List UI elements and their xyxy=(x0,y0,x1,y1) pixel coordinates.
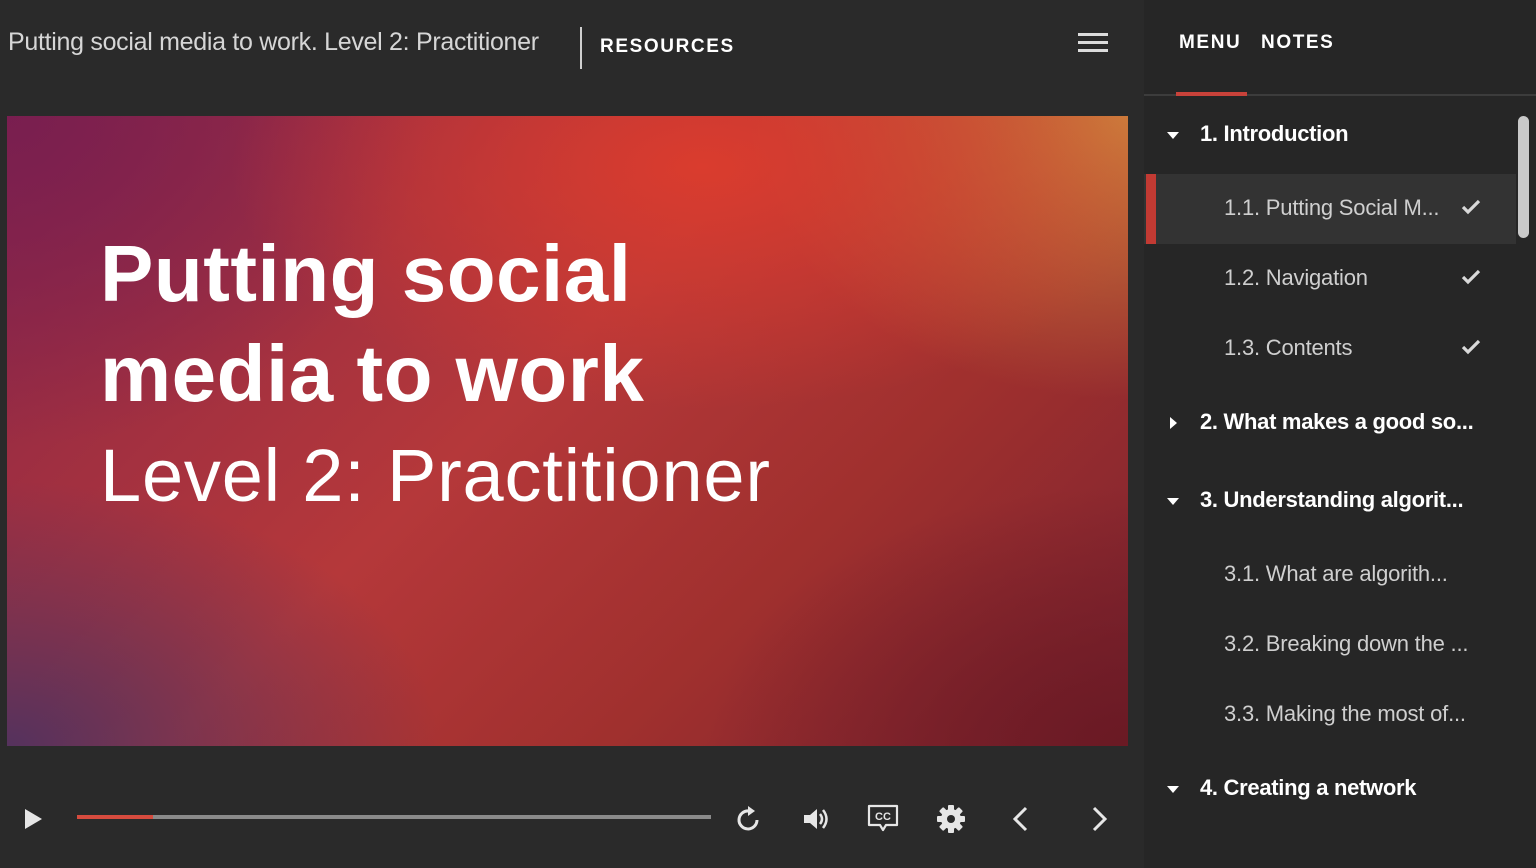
slide-title: Putting social media to work xyxy=(100,224,644,424)
course-player-app: Putting social media to work. Level 2: P… xyxy=(0,0,1536,868)
player-area: Putting social media to work. Level 2: P… xyxy=(0,0,1144,868)
menu-section[interactable]: 3. Understanding algorit... xyxy=(1144,462,1516,540)
caret-right-icon[interactable] xyxy=(1166,416,1180,430)
tab-menu[interactable]: MENU xyxy=(1179,32,1241,54)
checkmark-icon xyxy=(1460,198,1482,216)
menu-section-label: 2. What makes a good so... xyxy=(1200,409,1474,434)
menu-item[interactable]: 1.2. Navigation xyxy=(1144,244,1516,314)
slide-title-line-2: media to work xyxy=(100,329,645,418)
slide-canvas: Putting social media to work Level 2: Pr… xyxy=(7,116,1128,746)
menu-item[interactable]: 1.3. Contents xyxy=(1144,314,1516,384)
title-divider xyxy=(580,27,582,69)
menu-section-label: 3. Understanding algorit... xyxy=(1200,487,1464,512)
course-title: Putting social media to work. Level 2: P… xyxy=(8,28,539,56)
menu-section-label: 1. Introduction xyxy=(1200,121,1349,146)
tab-notes[interactable]: NOTES xyxy=(1261,32,1334,54)
current-item-indicator xyxy=(1146,174,1156,244)
menu-item[interactable]: 3.2. Breaking down the ... xyxy=(1144,610,1516,680)
progress-bar[interactable] xyxy=(77,815,711,819)
menu-list: 1. Introduction 1.1. Putting Social M... 1… xyxy=(1144,96,1536,848)
resources-button[interactable]: RESOURCES xyxy=(600,36,735,58)
volume-icon[interactable] xyxy=(802,806,832,832)
play-icon[interactable] xyxy=(22,807,44,831)
playback-controls: CC xyxy=(0,780,1144,860)
sidebar-tabs: MENU NOTES xyxy=(1144,0,1536,96)
menu-item-label: 3.1. What are algorith... xyxy=(1224,561,1448,586)
slide-title-line-1: Putting social xyxy=(100,229,632,318)
menu-item-label: 3.3. Making the most of... xyxy=(1224,701,1466,726)
menu-item-label: 1.2. Navigation xyxy=(1224,265,1368,290)
checkmark-icon xyxy=(1460,338,1482,356)
svg-text:CC: CC xyxy=(875,811,891,823)
next-slide-icon[interactable] xyxy=(1088,806,1110,832)
slide-subtitle: Level 2: Practitioner xyxy=(100,434,771,517)
sidebar-scrollbar[interactable] xyxy=(1518,116,1529,238)
closed-captions-icon[interactable]: CC xyxy=(866,804,900,832)
menu-item[interactable]: 3.3. Making the most of... xyxy=(1144,680,1516,750)
menu-item[interactable]: 3.1. What are algorith... xyxy=(1144,540,1516,610)
menu-section-label: 4. Creating a network xyxy=(1200,775,1417,800)
settings-gear-icon[interactable] xyxy=(936,804,966,834)
menu-item-label: 1.1. Putting Social M... xyxy=(1224,195,1440,220)
checkmark-icon xyxy=(1460,268,1482,286)
menu-section[interactable]: 1. Introduction xyxy=(1144,96,1516,174)
menu-item-label: 3.2. Breaking down the ... xyxy=(1224,631,1469,656)
caret-down-icon[interactable] xyxy=(1166,128,1180,142)
menu-item[interactable]: 4.1. Average follower c... xyxy=(1144,828,1516,848)
progress-fill xyxy=(77,815,154,819)
previous-slide-icon[interactable] xyxy=(1010,806,1032,832)
menu-item[interactable]: 1.1. Putting Social M... xyxy=(1144,174,1516,244)
menu-section[interactable]: 2. What makes a good so... xyxy=(1144,384,1516,462)
caret-down-icon[interactable] xyxy=(1166,782,1180,796)
caret-down-icon[interactable] xyxy=(1166,494,1180,508)
replay-icon[interactable] xyxy=(736,805,762,833)
menu-section[interactable]: 4. Creating a network xyxy=(1144,750,1516,828)
hamburger-menu-icon[interactable] xyxy=(1078,33,1108,55)
top-bar: Putting social media to work. Level 2: P… xyxy=(0,0,1144,88)
sidebar: MENU NOTES 1. Introduction 1.1. Putting S… xyxy=(1144,0,1536,868)
menu-item-label: 1.3. Contents xyxy=(1224,335,1353,360)
